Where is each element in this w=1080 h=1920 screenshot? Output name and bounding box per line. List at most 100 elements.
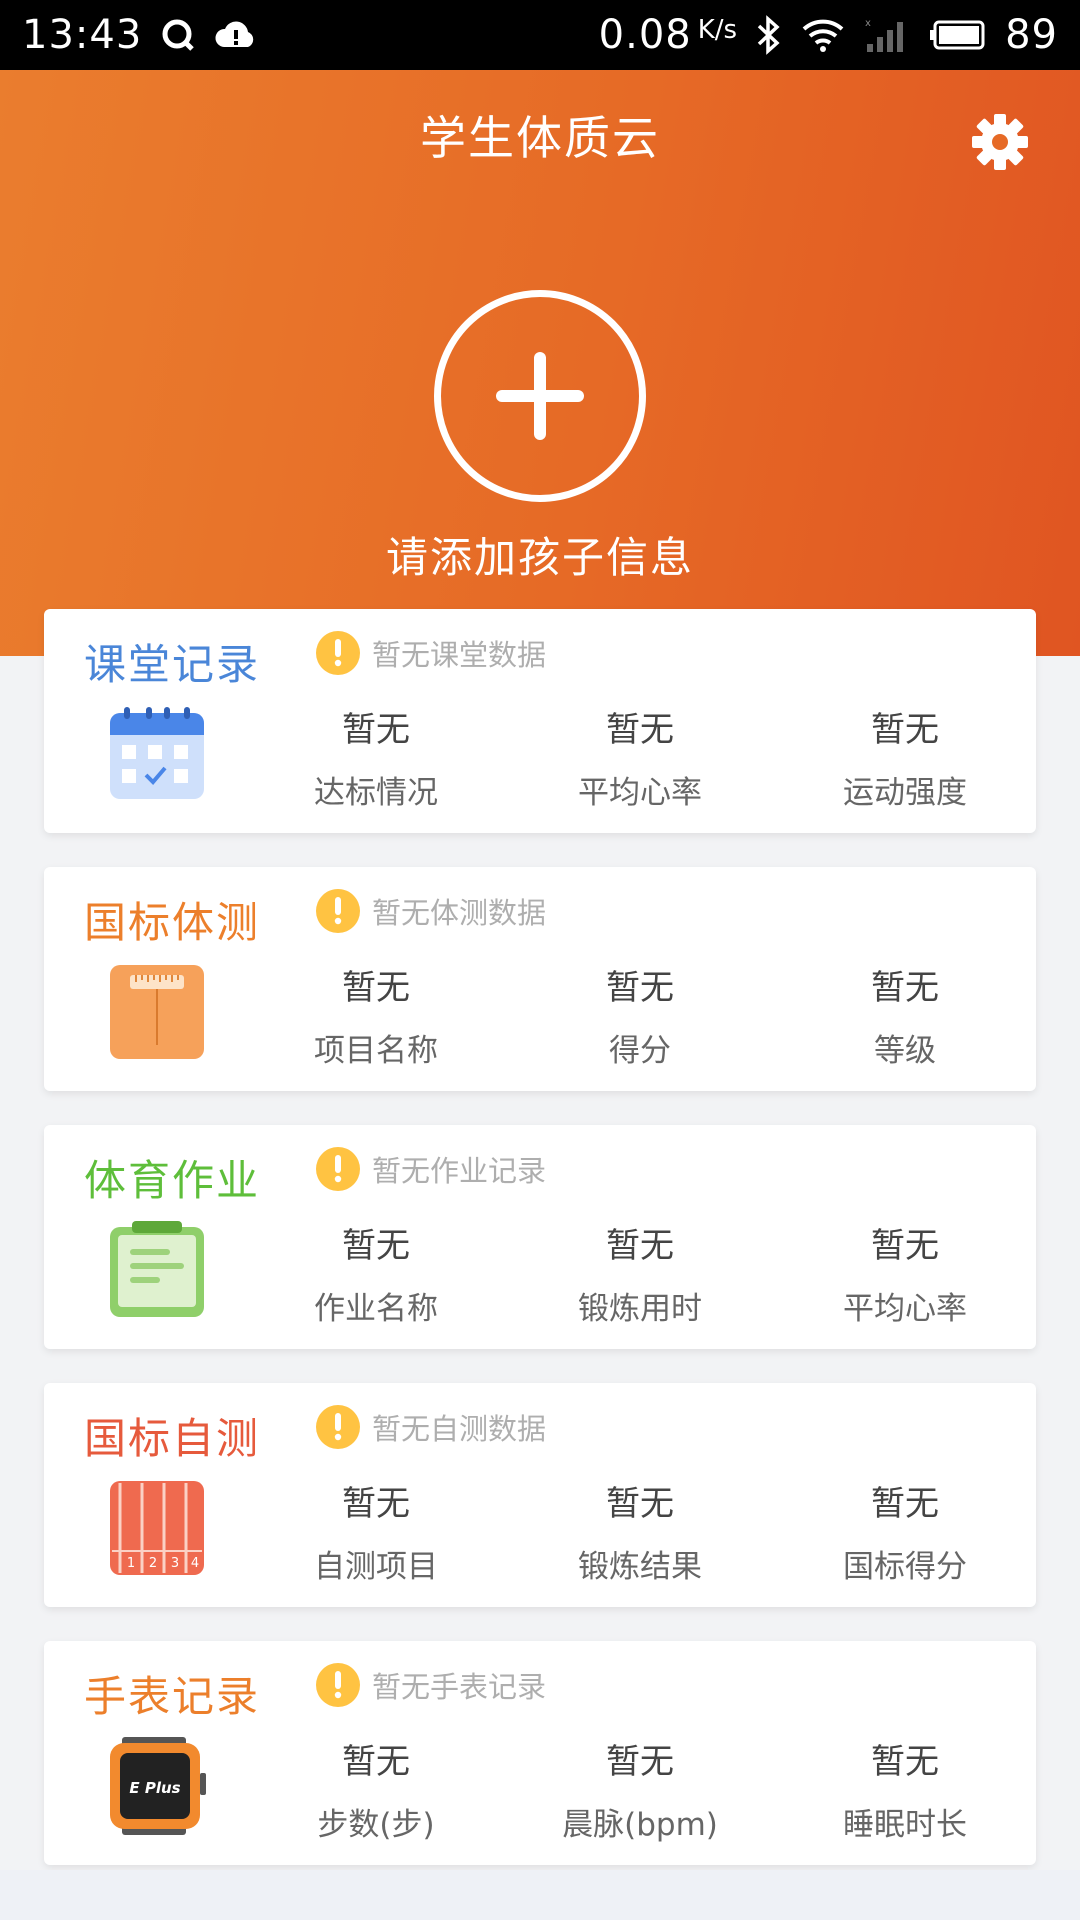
metric-value: 暂无 — [871, 1484, 939, 1524]
card-hint: 暂无手表记录 — [316, 1663, 546, 1707]
calendar-icon — [108, 705, 206, 803]
metric-label: 等级 — [874, 1033, 936, 1069]
card-hint: 暂无自测数据 — [316, 1405, 546, 1449]
settings-button[interactable] — [964, 106, 1036, 178]
card-hint-text: 暂无作业记录 — [372, 1154, 547, 1188]
metric-label: 平均心率 — [578, 775, 702, 811]
cloud-warning-icon — [214, 17, 258, 53]
lane-number: 2 — [149, 1556, 157, 1571]
metric-label: 得分 — [609, 1033, 671, 1069]
metric-label: 达标情况 — [314, 775, 438, 811]
battery-level: 89 — [1005, 12, 1058, 58]
metric-value: 暂无 — [342, 710, 410, 750]
metric-value: 暂无 — [606, 1742, 674, 1782]
plus-icon — [496, 352, 584, 440]
card-hint: 暂无体测数据 — [316, 889, 546, 933]
metric-value: 暂无 — [871, 968, 939, 1008]
metric: 暂无 等级 — [785, 963, 1025, 1070]
card-title: 国标自测 — [84, 1414, 261, 1463]
card-title: 国标体测 — [84, 898, 261, 947]
clipboard-icon — [108, 1221, 206, 1319]
metric: 暂无 自测项目 — [256, 1479, 496, 1586]
metric: 暂无 国标得分 — [785, 1479, 1025, 1586]
warning-icon — [316, 1147, 360, 1191]
lane-number: 1 — [127, 1556, 135, 1571]
card-watch-record[interactable]: 手表记录 暂无手表记录 E Plus 暂无 步数(步) 暂无晨脉(bpm) 暂无睡… — [44, 1641, 1036, 1865]
metric: 暂无 锻炼用时 — [520, 1221, 760, 1328]
metric: 暂无晨脉(bpm) — [520, 1737, 760, 1844]
metric: 暂无 运动强度 — [785, 705, 1025, 812]
metric-value: 暂无 — [871, 1226, 939, 1266]
card-classroom-record[interactable]: 课堂记录 暂无课堂数据 暂无达标情况 暂无平均心率 暂无运动强度 — [44, 609, 1036, 833]
wifi-icon — [801, 17, 845, 53]
metric-label: 国标得分 — [843, 1549, 967, 1585]
metric-value: 暂无 — [871, 1742, 939, 1782]
card-hint-text: 暂无手表记录 — [372, 1670, 547, 1704]
metric-label: 步数(步) — [317, 1807, 435, 1843]
header: 学生体质云 请添加孩子信息 — [0, 70, 1080, 656]
ruler-box-icon — [108, 963, 206, 1061]
warning-icon — [316, 631, 360, 675]
metric-label: 自测项目 — [314, 1549, 438, 1585]
metric-label: 平均心率 — [843, 1291, 967, 1327]
smartwatch-icon: E Plus — [108, 1737, 206, 1835]
bluetooth-icon — [755, 15, 783, 55]
add-child-label[interactable]: 请添加孩子信息 — [0, 524, 1080, 585]
status-bar: 13:43 0.08 K/s x 89 — [0, 0, 1080, 70]
warning-icon — [316, 889, 360, 933]
metric-value: 暂无 — [342, 1484, 410, 1524]
metric-value: 暂无 — [342, 968, 410, 1008]
running-track-icon: 1 2 3 4 — [108, 1479, 206, 1577]
metric-value: 暂无 — [606, 1484, 674, 1524]
battery-icon — [929, 19, 987, 51]
metric: 暂无 达标情况 — [256, 705, 496, 812]
net-speed: 0.08 — [598, 12, 692, 58]
q-app-icon — [160, 17, 196, 53]
card-hint-text: 暂无课堂数据 — [372, 638, 547, 672]
card-national-self-test[interactable]: 国标自测 暂无自测数据 1 2 3 4 暂无自测项目 暂无锻炼结果 暂无国标得分 — [44, 1383, 1036, 1607]
card-national-fitness-test[interactable]: 国标体测 暂无体测数据 暂无项目名称 暂无得分 暂无等级 — [44, 867, 1036, 1091]
metric: 暂无 睡眠时长 — [785, 1737, 1025, 1844]
net-speed-unit: K/s — [697, 15, 738, 45]
svg-text:x: x — [865, 18, 871, 29]
gear-icon — [972, 114, 1028, 170]
bottom-strip — [0, 1870, 1080, 1920]
card-title: 体育作业 — [84, 1156, 261, 1205]
metric-value: 暂无 — [342, 1226, 410, 1266]
card-title: 手表记录 — [84, 1672, 261, 1721]
card-hint-text: 暂无自测数据 — [372, 1412, 547, 1446]
metric-value: 暂无 — [606, 968, 674, 1008]
metric-label: 锻炼用时 — [578, 1291, 702, 1327]
metric-value: 暂无 — [606, 710, 674, 750]
metric-label: 作业名称 — [314, 1291, 438, 1327]
lane-number: 4 — [191, 1556, 199, 1571]
metric: 暂无 平均心率 — [520, 705, 760, 812]
metric-value: 暂无 — [606, 1226, 674, 1266]
card-pe-homework[interactable]: 体育作业 暂无作业记录 暂无作业名称 暂无锻炼用时 暂无平均心率 — [44, 1125, 1036, 1349]
status-right: 0.08 K/s x 89 — [599, 12, 1058, 58]
metric-label: 晨脉(bpm) — [562, 1807, 718, 1843]
lane-number: 3 — [171, 1556, 179, 1571]
watch-brand: E Plus — [129, 1779, 180, 1797]
card-hint: 暂无课堂数据 — [316, 631, 546, 675]
metric-label: 项目名称 — [314, 1033, 438, 1069]
card-title: 课堂记录 — [84, 640, 261, 689]
metric-label: 运动强度 — [843, 775, 967, 811]
warning-icon — [316, 1663, 360, 1707]
metric: 暂无 锻炼结果 — [520, 1479, 760, 1586]
metric: 暂无 平均心率 — [785, 1221, 1025, 1328]
status-left: 13:43 — [22, 12, 258, 58]
metric-label: 睡眠时长 — [843, 1807, 967, 1843]
metric: 暂无 作业名称 — [256, 1221, 496, 1328]
metric: 暂无 步数(步) — [256, 1737, 496, 1844]
add-child-button[interactable] — [434, 290, 646, 502]
card-hint: 暂无作业记录 — [316, 1147, 546, 1191]
app-title: 学生体质云 — [420, 111, 660, 165]
status-time: 13:43 — [22, 12, 143, 58]
card-hint-text: 暂无体测数据 — [372, 896, 547, 930]
signal-icon: x — [863, 16, 911, 54]
metric: 暂无 项目名称 — [256, 963, 496, 1070]
warning-icon — [316, 1405, 360, 1449]
metric-value: 暂无 — [871, 710, 939, 750]
metric-label: 锻炼结果 — [578, 1549, 702, 1585]
